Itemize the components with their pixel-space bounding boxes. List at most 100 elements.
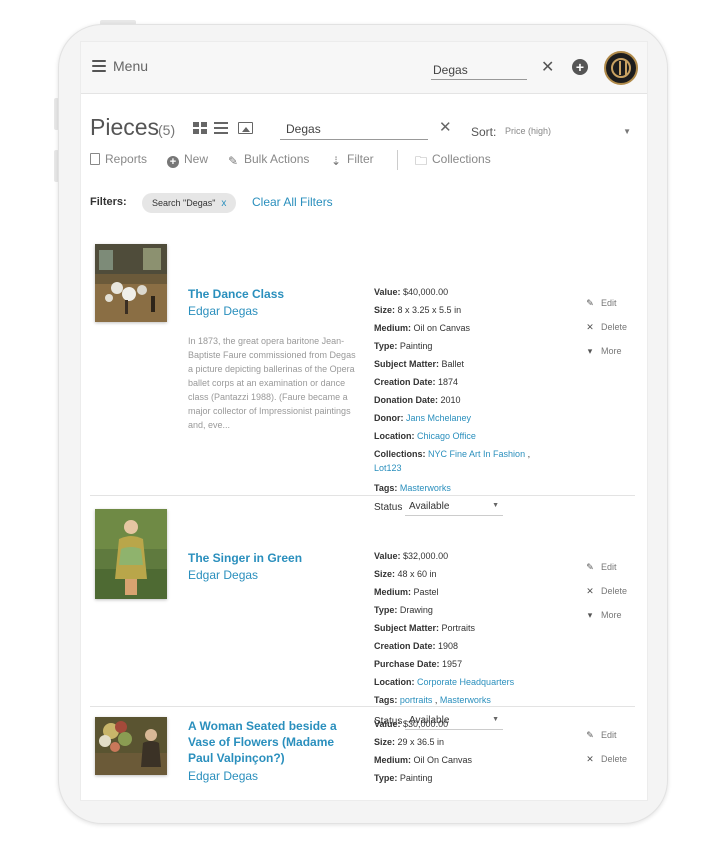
pencil-icon: ✎ xyxy=(586,562,594,572)
field-label: Value: xyxy=(374,287,401,297)
field-label: Size: xyxy=(374,305,396,315)
clear-all-filters-link[interactable]: Clear All Filters xyxy=(252,195,333,209)
list-view-icon[interactable] xyxy=(214,122,228,134)
donor-link[interactable]: Jans Mchelaney xyxy=(406,413,471,423)
edit-label: Edit xyxy=(601,298,617,308)
filter-label: Filter xyxy=(347,152,374,166)
field-value: Portraits xyxy=(441,623,476,633)
field-label: Size: xyxy=(374,569,396,579)
bulk-actions-button[interactable]: ✎ Bulk Actions xyxy=(227,152,309,168)
tag-link[interactable]: Masterworks xyxy=(440,695,491,705)
new-button[interactable]: + New xyxy=(167,152,208,168)
plus-circle-icon: + xyxy=(167,156,179,168)
artwork-thumbnail[interactable] xyxy=(95,509,167,599)
tag-link[interactable]: portraits xyxy=(400,695,433,705)
field-value: 8 x 3.25 x 5.5 in xyxy=(397,305,462,315)
field-label: Location: xyxy=(374,677,415,687)
global-search-input[interactable] xyxy=(431,60,527,80)
field-label: Tags: xyxy=(374,695,398,705)
collection-link[interactable]: NYC Fine Art In Fashion xyxy=(428,449,525,459)
image-view-icon[interactable] xyxy=(238,122,253,134)
artist-link[interactable]: Edgar Degas xyxy=(188,568,258,582)
tag-link[interactable]: Masterworks xyxy=(400,483,451,493)
artist-link[interactable]: Edgar Degas xyxy=(188,769,258,783)
field-label: Subject Matter: xyxy=(374,623,440,633)
field-value: Oil On Canvas xyxy=(413,755,473,765)
field-label: Type: xyxy=(374,341,398,351)
menu-label[interactable]: Menu xyxy=(113,58,148,74)
field-value: Ballet xyxy=(441,359,465,369)
field-value: 2010 xyxy=(440,395,461,405)
collection-link[interactable]: Lot123 xyxy=(374,463,402,473)
pencil-icon: ✎ xyxy=(586,298,594,308)
more-button[interactable]: ▾ More xyxy=(585,610,622,621)
field-label: Value: xyxy=(374,551,401,561)
clear-search-icon[interactable]: ✕ xyxy=(541,57,554,77)
field-label: Size: xyxy=(374,737,396,747)
sort-value: Price (high) xyxy=(505,126,552,136)
delete-button[interactable]: ✕ Delete xyxy=(585,754,627,765)
clear-pieces-search-icon[interactable]: ✕ xyxy=(439,118,452,136)
delete-button[interactable]: ✕ Delete xyxy=(585,586,627,597)
remove-filter-icon[interactable]: x xyxy=(221,198,226,209)
artwork-title-link[interactable]: A Woman Seated beside a Vase of Flowers … xyxy=(188,718,358,766)
hamburger-menu-icon[interactable] xyxy=(92,60,106,72)
chevron-down-icon: ▼ xyxy=(623,127,631,136)
artist-link[interactable]: Edgar Degas xyxy=(188,304,258,318)
list-item: The Dance Class Edgar Degas In 1873, the… xyxy=(90,242,635,516)
location-link[interactable]: Corporate Headquarters xyxy=(417,677,514,687)
edit-label: Edit xyxy=(601,730,617,740)
folder-icon: 🗀 xyxy=(415,154,428,168)
field-label: Creation Date: xyxy=(374,641,436,651)
user-avatar[interactable] xyxy=(604,51,638,85)
field-value: 29 x 36.5 in xyxy=(397,737,445,747)
field-value: Drawing xyxy=(399,605,433,615)
close-icon: ✕ xyxy=(586,586,594,596)
page-title: Pieces xyxy=(90,114,160,140)
edit-button[interactable]: ✎ Edit xyxy=(585,298,617,309)
pieces-search-input[interactable] xyxy=(280,118,428,140)
edit-button[interactable]: ✎ Edit xyxy=(585,730,617,741)
caret-down-icon: ▾ xyxy=(587,610,593,620)
artwork-title-link[interactable]: The Dance Class xyxy=(188,286,358,302)
field-label: Purchase Date: xyxy=(374,659,440,669)
edit-button[interactable]: ✎ Edit xyxy=(585,562,616,573)
delete-label: Delete xyxy=(601,586,628,596)
artwork-title-link[interactable]: The Singer in Green xyxy=(188,550,358,566)
field-value: 48 x 60 in xyxy=(397,569,437,579)
reports-button[interactable]: Reports xyxy=(90,152,147,166)
delete-button[interactable]: ✕ Delete xyxy=(585,322,627,333)
field-label: Location: xyxy=(374,431,415,441)
close-icon: ✕ xyxy=(586,754,594,764)
item-count: (5) xyxy=(158,122,176,138)
location-link[interactable]: Chicago Office xyxy=(417,431,476,441)
artwork-thumbnail[interactable] xyxy=(95,244,167,322)
more-label: More xyxy=(601,610,622,620)
pencil-icon: ✎ xyxy=(586,730,594,740)
add-icon[interactable]: + xyxy=(572,59,588,75)
field-label: Subject Matter: xyxy=(374,359,440,369)
field-value: Pastel xyxy=(413,587,439,597)
field-label: Collections: xyxy=(374,449,426,459)
top-bar: Menu ✕ + xyxy=(81,42,647,94)
edit-icon: ✎ xyxy=(227,154,239,168)
filter-chip[interactable]: Search "Degas" x xyxy=(142,193,237,213)
field-value: $32,000.00 xyxy=(403,551,449,561)
collections-button[interactable]: 🗀 Collections xyxy=(415,152,491,168)
separator: , xyxy=(527,449,531,459)
sort-select[interactable]: Price (high) ▼ xyxy=(505,126,631,140)
field-value: 1957 xyxy=(442,659,463,669)
field-label: Tags: xyxy=(374,483,398,493)
item-divider xyxy=(90,495,635,496)
grid-view-icon[interactable] xyxy=(193,122,207,134)
reports-label: Reports xyxy=(105,152,148,166)
delete-label: Delete xyxy=(601,322,628,332)
artwork-thumbnail[interactable] xyxy=(95,717,167,775)
field-label: Creation Date: xyxy=(374,377,436,387)
delete-label: Delete xyxy=(601,754,628,764)
list-item: The Singer in Green Edgar Degas Value: $… xyxy=(90,504,635,730)
field-label: Donor: xyxy=(374,413,404,423)
more-button[interactable]: ▾ More xyxy=(585,346,622,357)
field-label: Type: xyxy=(374,773,398,783)
filter-button[interactable]: ⇣ Filter xyxy=(330,152,374,168)
